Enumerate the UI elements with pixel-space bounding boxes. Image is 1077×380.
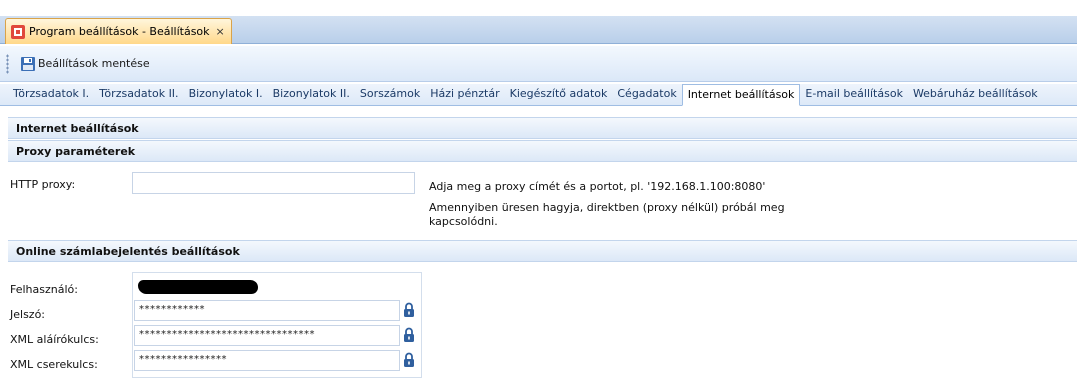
username-label: Felhasználó: <box>10 283 78 296</box>
http-proxy-label: HTTP proxy: <box>10 178 76 191</box>
padlock-icon[interactable] <box>403 302 415 318</box>
page-title: Internet beállítások <box>8 117 1077 139</box>
document-tab-strip: Program beállítások - Beállítások × <box>0 16 1077 44</box>
padlock-icon[interactable] <box>403 327 415 343</box>
toolbar: Beállítások mentése <box>0 46 1077 82</box>
tab-bizonylatok-1[interactable]: Bizonylatok I. <box>184 84 268 105</box>
tab-webaruhaz-beallitasok[interactable]: Webáruház beállítások <box>908 84 1043 105</box>
toolbar-grip[interactable] <box>6 53 9 74</box>
close-tab-icon[interactable]: × <box>216 25 225 38</box>
password-label: Jelszó: <box>10 308 46 321</box>
tab-bizonylatok-2[interactable]: Bizonylatok II. <box>268 84 355 105</box>
settings-tabs: Törzsadatok I. Törzsadatok II. Bizonylat… <box>0 84 1077 106</box>
proxy-hint-line-2: Amennyiben üresen hagyja, direktben (pro… <box>429 201 785 214</box>
tab-torzsadatok-1[interactable]: Törzsadatok I. <box>8 84 94 105</box>
tab-hazi-penztar[interactable]: Házi pénztár <box>425 84 504 105</box>
tab-internet-beallitasok[interactable]: Internet beállítások <box>681 84 801 106</box>
tab-cegadatok[interactable]: Cégadatok <box>612 84 681 105</box>
xml-exchange-key-input[interactable]: **************** <box>134 350 400 371</box>
document-tab-title: Program beállítások - Beállítások <box>29 25 210 38</box>
save-settings-button[interactable]: Beállítások mentése <box>15 52 155 76</box>
tab-sorszamok[interactable]: Sorszámok <box>355 84 425 105</box>
online-invoice-section-header: Online számlabejelentés beállítások <box>8 240 1077 262</box>
xml-exchange-key-label: XML cserekulcs: <box>10 358 98 371</box>
password-input[interactable]: ************ <box>134 300 400 321</box>
proxy-section-header: Proxy paraméterek <box>8 140 1077 162</box>
settings-doc-icon <box>11 24 25 39</box>
xml-sign-key-label: XML aláírókulcs: <box>10 333 99 346</box>
tab-kiegeszito-adatok[interactable]: Kiegészítő adatok <box>505 84 613 105</box>
redacted-username <box>138 280 258 294</box>
http-proxy-input[interactable] <box>132 172 415 194</box>
tab-torzsadatok-2[interactable]: Törzsadatok II. <box>94 84 183 105</box>
save-settings-label: Beállítások mentése <box>38 57 150 70</box>
tab-email-beallitasok[interactable]: E-mail beállítások <box>800 84 908 105</box>
proxy-hint-line-3: kapcsolódni. <box>429 215 498 228</box>
floppy-disk-icon <box>21 56 35 71</box>
document-tab[interactable]: Program beállítások - Beállítások × <box>5 18 232 44</box>
proxy-hint-line-1: Adja meg a proxy címét és a portot, pl. … <box>429 180 766 193</box>
padlock-icon[interactable] <box>403 352 415 368</box>
xml-sign-key-input[interactable]: ******************************** <box>134 325 400 346</box>
